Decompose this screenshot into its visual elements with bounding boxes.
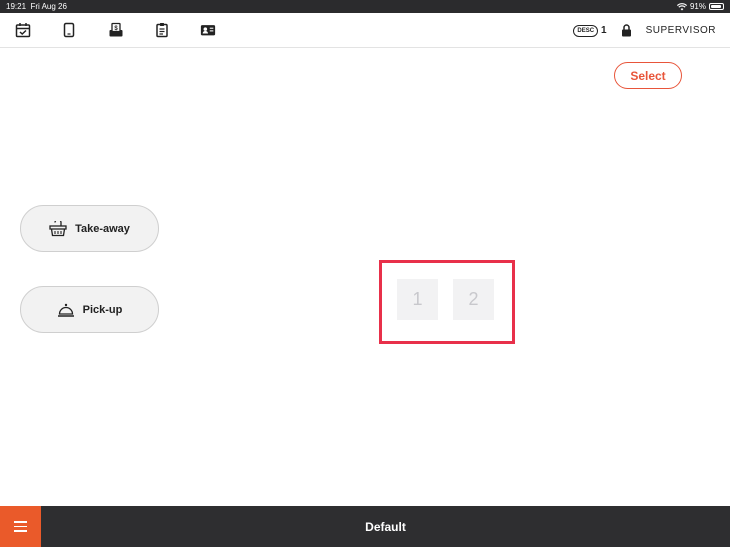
desc-icon: DESC xyxy=(573,24,599,37)
battery-icon xyxy=(709,3,724,10)
battery-fill xyxy=(711,5,721,8)
take-away-label: Take-away xyxy=(75,222,130,235)
service-bell-icon xyxy=(57,303,74,317)
table-tile-1[interactable]: 1 xyxy=(397,279,438,320)
status-bar: 19:21 Fri Aug 26 91% xyxy=(0,0,730,13)
table-tile-2[interactable]: 2 xyxy=(453,279,494,320)
id-card-icon[interactable] xyxy=(200,22,216,38)
desc-badge[interactable]: DESC 1 xyxy=(573,24,607,37)
status-date: Fri Aug 26 xyxy=(30,2,67,11)
calendar-check-icon[interactable] xyxy=(15,22,31,38)
wifi-icon xyxy=(676,2,687,10)
basket-icon xyxy=(49,220,67,236)
clipboard-icon[interactable] xyxy=(154,22,170,38)
take-away-button[interactable]: Take-away xyxy=(20,205,159,252)
status-time: 19:21 xyxy=(6,2,27,11)
pick-up-label: Pick-up xyxy=(82,303,123,316)
tablet-icon[interactable] xyxy=(61,22,77,38)
battery-percent: 91% xyxy=(689,2,706,11)
toolbar-right: DESC 1 SUPERVISOR xyxy=(573,13,716,48)
toolbar: $ DESC 1 SUPERVISOR xyxy=(0,13,730,48)
layout-title: Default xyxy=(365,519,406,534)
bottom-bar: Default xyxy=(0,506,730,547)
desc-count: 1 xyxy=(601,25,607,36)
select-button[interactable]: Select xyxy=(614,62,682,89)
status-right: 91% xyxy=(676,2,724,11)
status-left: 19:21 Fri Aug 26 xyxy=(6,2,67,11)
lock-icon[interactable] xyxy=(621,24,632,37)
user-role-label: SUPERVISOR xyxy=(645,25,716,36)
hamburger-menu-icon[interactable] xyxy=(0,506,41,547)
cash-drawer-icon[interactable]: $ xyxy=(108,22,124,38)
pick-up-button[interactable]: Pick-up xyxy=(20,286,159,333)
